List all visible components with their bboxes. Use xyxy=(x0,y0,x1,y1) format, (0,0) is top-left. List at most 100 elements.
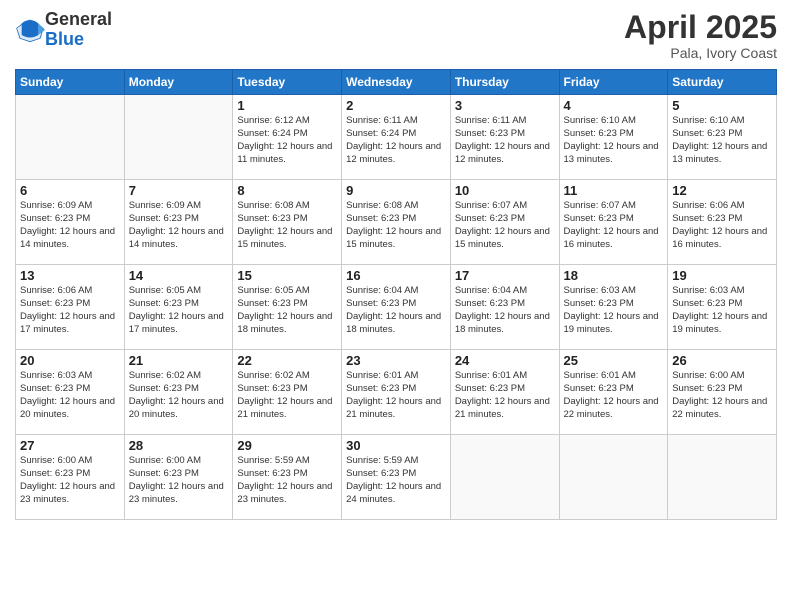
day-number: 21 xyxy=(129,353,229,368)
day-info: Sunrise: 6:01 AMSunset: 6:23 PMDaylight:… xyxy=(564,370,664,421)
day-number: 9 xyxy=(346,183,446,198)
day-info: Sunrise: 6:01 AMSunset: 6:23 PMDaylight:… xyxy=(455,370,555,421)
day-number: 29 xyxy=(237,438,337,453)
day-number: 30 xyxy=(346,438,446,453)
day-info: Sunrise: 6:00 AMSunset: 6:23 PMDaylight:… xyxy=(129,455,229,506)
day-cell-34 xyxy=(668,435,777,520)
day-number: 8 xyxy=(237,183,337,198)
day-info: Sunrise: 6:12 AMSunset: 6:24 PMDaylight:… xyxy=(237,115,337,166)
day-cell-27: 26 Sunrise: 6:00 AMSunset: 6:23 PMDayligh… xyxy=(668,350,777,435)
day-number: 3 xyxy=(455,98,555,113)
day-info: Sunrise: 6:06 AMSunset: 6:23 PMDaylight:… xyxy=(672,200,772,251)
day-info: Sunrise: 6:01 AMSunset: 6:23 PMDaylight:… xyxy=(346,370,446,421)
day-number: 22 xyxy=(237,353,337,368)
day-number: 13 xyxy=(20,268,120,283)
day-number: 6 xyxy=(20,183,120,198)
day-number: 7 xyxy=(129,183,229,198)
day-number: 14 xyxy=(129,268,229,283)
day-info: Sunrise: 6:00 AMSunset: 6:23 PMDaylight:… xyxy=(672,370,772,421)
calendar-table: Sunday Monday Tuesday Wednesday Thursday… xyxy=(15,69,777,520)
day-info: Sunrise: 6:05 AMSunset: 6:23 PMDaylight:… xyxy=(129,285,229,336)
day-number: 24 xyxy=(455,353,555,368)
day-info: Sunrise: 6:05 AMSunset: 6:23 PMDaylight:… xyxy=(237,285,337,336)
day-cell-31: 30 Sunrise: 5:59 AMSunset: 6:23 PMDayligh… xyxy=(342,435,451,520)
day-info: Sunrise: 5:59 AMSunset: 6:23 PMDaylight:… xyxy=(237,455,337,506)
day-info: Sunrise: 6:10 AMSunset: 6:23 PMDaylight:… xyxy=(564,115,664,166)
logo: General Blue xyxy=(15,10,112,50)
day-info: Sunrise: 6:06 AMSunset: 6:23 PMDaylight:… xyxy=(20,285,120,336)
day-cell-17: 16Sunrise: 6:04 AMSunset: 6:23 PMDayligh… xyxy=(342,265,451,350)
day-cell-29: 28 Sunrise: 6:00 AMSunset: 6:23 PMDayligh… xyxy=(124,435,233,520)
day-cell-20: 19 Sunrise: 6:03 AMSunset: 6:23 PMDayligh… xyxy=(668,265,777,350)
calendar-title: April 2025 xyxy=(624,10,777,45)
calendar-location: Pala, Ivory Coast xyxy=(624,45,777,61)
header: General Blue April 2025 Pala, Ivory Coas… xyxy=(15,10,777,61)
day-info: Sunrise: 5:59 AMSunset: 6:23 PMDaylight:… xyxy=(346,455,446,506)
day-info: Sunrise: 6:10 AMSunset: 6:23 PMDaylight:… xyxy=(672,115,772,166)
day-info: Sunrise: 6:03 AMSunset: 6:23 PMDaylight:… xyxy=(672,285,772,336)
week-row-1: 1 Sunrise: 6:12 AMSunset: 6:24 PMDaylight… xyxy=(16,95,777,180)
header-sunday: Sunday xyxy=(16,70,125,95)
day-info: Sunrise: 6:07 AMSunset: 6:23 PMDaylight:… xyxy=(564,200,664,251)
day-cell-22: 21 Sunrise: 6:02 AMSunset: 6:23 PMDayligh… xyxy=(124,350,233,435)
day-info: Sunrise: 6:11 AMSunset: 6:23 PMDaylight:… xyxy=(455,115,555,166)
day-cell-1 xyxy=(124,95,233,180)
day-number: 28 xyxy=(129,438,229,453)
day-number: 2 xyxy=(346,98,446,113)
day-info: Sunrise: 6:11 AMSunset: 6:24 PMDaylight:… xyxy=(346,115,446,166)
day-cell-0 xyxy=(16,95,125,180)
day-cell-4: 3 Sunrise: 6:11 AMSunset: 6:23 PMDaylight… xyxy=(450,95,559,180)
day-cell-11: 10Sunrise: 6:07 AMSunset: 6:23 PMDayligh… xyxy=(450,180,559,265)
day-info: Sunrise: 6:09 AMSunset: 6:23 PMDaylight:… xyxy=(129,200,229,251)
day-number: 17 xyxy=(455,268,555,283)
title-block: April 2025 Pala, Ivory Coast xyxy=(624,10,777,61)
day-cell-21: 20 Sunrise: 6:03 AMSunset: 6:23 PMDayligh… xyxy=(16,350,125,435)
week-row-3: 13 Sunrise: 6:06 AMSunset: 6:23 PMDayligh… xyxy=(16,265,777,350)
day-cell-9: 8Sunrise: 6:08 AMSunset: 6:23 PMDaylight… xyxy=(233,180,342,265)
day-number: 12 xyxy=(672,183,772,198)
day-cell-13: 12 Sunrise: 6:06 AMSunset: 6:23 PMDayligh… xyxy=(668,180,777,265)
day-number: 1 xyxy=(237,98,337,113)
day-number: 20 xyxy=(20,353,120,368)
day-cell-28: 27Sunrise: 6:00 AMSunset: 6:23 PMDayligh… xyxy=(16,435,125,520)
day-number: 18 xyxy=(564,268,664,283)
weekday-header-row: Sunday Monday Tuesday Wednesday Thursday… xyxy=(16,70,777,95)
logo-icon xyxy=(15,15,45,45)
day-number: 15 xyxy=(237,268,337,283)
day-info: Sunrise: 6:03 AMSunset: 6:23 PMDaylight:… xyxy=(20,370,120,421)
day-number: 26 xyxy=(672,353,772,368)
logo-general-text: General xyxy=(45,10,112,30)
day-info: Sunrise: 6:08 AMSunset: 6:23 PMDaylight:… xyxy=(346,200,446,251)
day-cell-10: 9 Sunrise: 6:08 AMSunset: 6:23 PMDaylight… xyxy=(342,180,451,265)
header-friday: Friday xyxy=(559,70,668,95)
day-info: Sunrise: 6:03 AMSunset: 6:23 PMDaylight:… xyxy=(564,285,664,336)
header-wednesday: Wednesday xyxy=(342,70,451,95)
day-cell-6: 5 Sunrise: 6:10 AMSunset: 6:23 PMDaylight… xyxy=(668,95,777,180)
day-number: 5 xyxy=(672,98,772,113)
header-thursday: Thursday xyxy=(450,70,559,95)
logo-blue-text: Blue xyxy=(45,30,112,50)
day-info: Sunrise: 6:02 AMSunset: 6:23 PMDaylight:… xyxy=(237,370,337,421)
day-number: 11 xyxy=(564,183,664,198)
day-cell-15: 14 Sunrise: 6:05 AMSunset: 6:23 PMDayligh… xyxy=(124,265,233,350)
day-info: Sunrise: 6:04 AMSunset: 6:23 PMDaylight:… xyxy=(455,285,555,336)
day-number: 25 xyxy=(564,353,664,368)
header-tuesday: Tuesday xyxy=(233,70,342,95)
day-cell-24: 23 Sunrise: 6:01 AMSunset: 6:23 PMDayligh… xyxy=(342,350,451,435)
day-cell-23: 22 Sunrise: 6:02 AMSunset: 6:23 PMDayligh… xyxy=(233,350,342,435)
day-cell-30: 29 Sunrise: 5:59 AMSunset: 6:23 PMDayligh… xyxy=(233,435,342,520)
day-cell-16: 15 Sunrise: 6:05 AMSunset: 6:23 PMDayligh… xyxy=(233,265,342,350)
day-cell-18: 17 Sunrise: 6:04 AMSunset: 6:23 PMDayligh… xyxy=(450,265,559,350)
header-saturday: Saturday xyxy=(668,70,777,95)
page: General Blue April 2025 Pala, Ivory Coas… xyxy=(0,0,792,612)
day-number: 19 xyxy=(672,268,772,283)
day-number: 4 xyxy=(564,98,664,113)
day-cell-12: 11 Sunrise: 6:07 AMSunset: 6:23 PMDayligh… xyxy=(559,180,668,265)
day-cell-8: 7 Sunrise: 6:09 AMSunset: 6:23 PMDaylight… xyxy=(124,180,233,265)
day-cell-26: 25 Sunrise: 6:01 AMSunset: 6:23 PMDayligh… xyxy=(559,350,668,435)
day-cell-5: 4 Sunrise: 6:10 AMSunset: 6:23 PMDaylight… xyxy=(559,95,668,180)
day-number: 23 xyxy=(346,353,446,368)
day-info: Sunrise: 6:02 AMSunset: 6:23 PMDaylight:… xyxy=(129,370,229,421)
day-info: Sunrise: 6:09 AMSunset: 6:23 PMDaylight:… xyxy=(20,200,120,251)
day-info: Sunrise: 6:00 AMSunset: 6:23 PMDaylight:… xyxy=(20,455,120,506)
